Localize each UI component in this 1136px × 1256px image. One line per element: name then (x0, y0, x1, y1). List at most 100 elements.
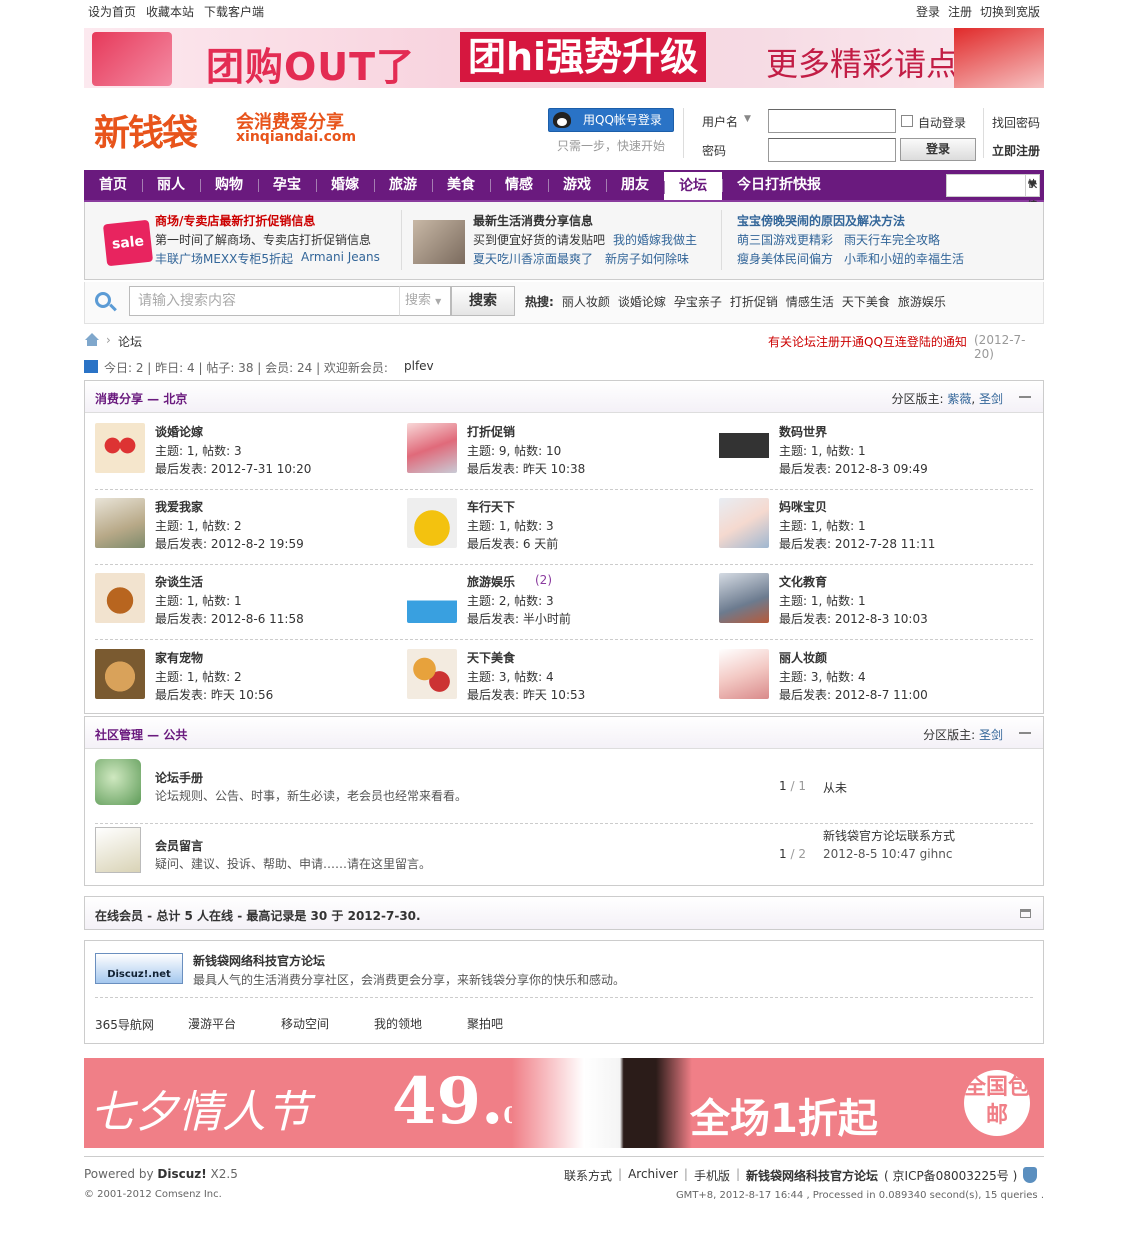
promo-link[interactable]: 萌三国游戏更精彩 (737, 231, 833, 248)
promo-link[interactable]: 我的婚嫁我做主 (613, 231, 697, 248)
hot-search-item[interactable]: 丽人妆颜 (562, 293, 610, 310)
discuz-brand[interactable]: Discuz! (157, 1167, 206, 1181)
shopping-icon[interactable] (407, 423, 457, 473)
home-icon[interactable] (84, 333, 100, 347)
footer-icp-link[interactable]: ( 京ICP备08003225号 ) (884, 1167, 1017, 1184)
forum-name[interactable]: 旅游娱乐 (467, 573, 515, 590)
baby-icon[interactable] (719, 498, 769, 548)
forum-item[interactable]: 妈咪宝贝 主题: 1, 帖数: 1 最后发表: 2012-7-28 11:11 (719, 498, 1031, 568)
download-client-link[interactable]: 下载客户端 (204, 3, 264, 20)
footer-archiver-link[interactable]: Archiver (628, 1167, 678, 1184)
forum-name[interactable]: 我爱我家 (155, 498, 203, 515)
forum-item[interactable]: 数码世界 主题: 1, 帖数: 1 最后发表: 2012-8-3 09:49 (719, 423, 1031, 493)
promo-title-3[interactable]: 宝宝傍晚哭闹的原因及解决方法 (737, 212, 905, 229)
forum-item[interactable]: 家有宠物 主题: 1, 帖数: 2 最后发表: 昨天 10:56 (95, 649, 407, 719)
forum-name[interactable]: 打折促销 (467, 423, 515, 440)
promo-title-1[interactable]: 商场/专卖店最新打折促销信息 (155, 212, 315, 229)
login-submit-button[interactable]: 登录 (900, 138, 976, 161)
promo-link[interactable]: Armani Jeans (301, 250, 380, 264)
food-icon[interactable] (407, 649, 457, 699)
promo-link[interactable]: 买到便宜好货的请发贴吧 (473, 231, 605, 248)
qq-login-button[interactable]: 用QQ帐号登录 (548, 108, 674, 132)
nav-item-beauty[interactable]: 丽人 (142, 170, 200, 200)
wide-mode-link[interactable]: 切换到宽版 (980, 3, 1040, 20)
forum-item[interactable]: 打折促销 主题: 9, 帖数: 10 最后发表: 昨天 10:38 (407, 423, 719, 493)
promo-link[interactable]: 新房子如何除味 (605, 250, 689, 267)
footer-site-name[interactable]: 新钱袋网络科技官方论坛 (746, 1167, 878, 1184)
hot-search-item[interactable]: 天下美食 (842, 293, 890, 310)
promo-link[interactable]: 夏天吃川香凉面最爽了 (473, 250, 593, 267)
beauty-icon[interactable] (719, 649, 769, 699)
forum-name[interactable]: 论坛手册 (155, 769, 203, 786)
nav-item-home[interactable]: 首页 (84, 170, 142, 200)
search-scope-select[interactable]: 搜索 ▼ (399, 286, 451, 316)
forum-name[interactable]: 谈婚论嫁 (155, 423, 203, 440)
nav-item-shopping[interactable]: 购物 (200, 170, 258, 200)
login-link[interactable]: 登录 (916, 3, 940, 20)
friend-link[interactable]: 我的领地 (374, 1015, 422, 1032)
forum-name[interactable]: 杂谈生活 (155, 573, 203, 590)
promo-link[interactable]: 雨天行车完全攻略 (844, 231, 940, 248)
dog-icon[interactable] (95, 649, 145, 699)
forum-name[interactable]: 会员留言 (155, 837, 203, 854)
password-input[interactable] (768, 138, 896, 162)
discuz-logo[interactable]: Discuz!.net (95, 953, 183, 984)
forum-name[interactable]: 天下美食 (467, 649, 515, 666)
group-title[interactable]: 社区管理 — 公共 (95, 726, 187, 743)
register-link[interactable]: 注册 (948, 3, 972, 20)
nav-item-deals[interactable]: 今日打折快报 (722, 170, 836, 200)
cake-icon[interactable] (95, 573, 145, 623)
footer-mobile-link[interactable]: 手机版 (694, 1167, 730, 1184)
home-room-icon[interactable] (95, 498, 145, 548)
promo-link[interactable]: 丰联广场MEXX专柜5折起 (155, 250, 293, 267)
forum-item[interactable]: 车行天下 主题: 1, 帖数: 3 最后发表: 6 天前 (407, 498, 719, 568)
collapse-icon[interactable] (1019, 396, 1031, 398)
hot-search-item[interactable]: 旅游娱乐 (898, 293, 946, 310)
link-site-name[interactable]: 新钱袋网络科技官方论坛 (193, 952, 325, 969)
search-button[interactable]: 搜索 (451, 286, 515, 316)
camera-icon[interactable] (719, 423, 769, 473)
group-title[interactable]: 消费分享 — 北京 (95, 390, 187, 407)
username-input[interactable] (768, 109, 896, 133)
forum-item[interactable]: 丽人妆颜 主题: 3, 帖数: 4 最后发表: 2012-8-7 11:00 (719, 649, 1031, 719)
moderator-link[interactable]: 紫薇 (947, 392, 971, 406)
register-now-link[interactable]: 立即注册 (992, 142, 1040, 159)
auto-login-checkbox[interactable] (901, 115, 913, 127)
forum-item[interactable]: 文化教育 主题: 1, 帖数: 1 最后发表: 2012-8-3 10:03 (719, 573, 1031, 643)
hot-search-item[interactable]: 打折促销 (730, 293, 778, 310)
quick-nav-dropdown[interactable]: 快捷导航▼ (946, 174, 1040, 253)
hot-search-item[interactable]: 孕宝亲子 (674, 293, 722, 310)
footer-contact-link[interactable]: 联系方式 (564, 1167, 612, 1184)
promo-title-2[interactable]: 最新生活消费分享信息 (473, 212, 593, 229)
friend-link[interactable]: 漫游平台 (188, 1015, 236, 1032)
nav-item-travel[interactable]: 旅游 (374, 170, 432, 200)
friend-link[interactable]: 聚拍吧 (467, 1015, 503, 1032)
bottom-banner-ad[interactable]: 七夕情人节 49.00 全场1折起 全国包邮 (84, 1058, 1044, 1148)
newest-member-link[interactable]: plfev (404, 359, 434, 373)
bookmark-link[interactable]: 收藏本站 (146, 3, 194, 20)
nav-item-emotion[interactable]: 情感 (490, 170, 548, 200)
forum-name[interactable]: 丽人妆颜 (779, 649, 827, 666)
forum-name[interactable]: 文化教育 (779, 573, 827, 590)
moderator-link[interactable]: 圣剑 (979, 392, 1003, 406)
forum-name[interactable]: 数码世界 (779, 423, 827, 440)
forgot-password-link[interactable]: 找回密码 (992, 114, 1040, 131)
forum-item[interactable]: 我爱我家 主题: 1, 帖数: 2 最后发表: 2012-8-2 19:59 (95, 498, 407, 568)
nav-item-baby[interactable]: 孕宝 (258, 170, 316, 200)
forum-name[interactable]: 家有宠物 (155, 649, 203, 666)
friend-link[interactable]: 移动空间 (281, 1015, 329, 1032)
friend-link[interactable]: 365导航网 (95, 1016, 154, 1033)
sailing-icon[interactable] (407, 573, 457, 623)
promo-link[interactable]: 小乖和小妞的幸福生活 (844, 250, 964, 267)
forum-item[interactable]: 天下美食 主题: 3, 帖数: 4 最后发表: 昨天 10:53 (407, 649, 719, 719)
car-icon[interactable] (407, 498, 457, 548)
chevron-down-icon[interactable]: ▼ (744, 114, 751, 124)
hot-search-item[interactable]: 情感生活 (786, 293, 834, 310)
last-post-title[interactable]: 新钱袋官方论坛联系方式 (823, 827, 955, 844)
nav-item-friends[interactable]: 朋友 (606, 170, 664, 200)
forum-row[interactable]: 论坛手册 论坛规则、公告、时事，新生必读，老会员也经常来看看。 1 / 1 从未 (95, 759, 1033, 819)
moderator-link[interactable]: 圣剑 (979, 728, 1003, 742)
nav-item-forum[interactable]: 论坛 (664, 172, 722, 200)
expand-icon[interactable] (1020, 909, 1031, 918)
notice-link[interactable]: 有关论坛注册开通QQ互连登陆的通知 (768, 333, 967, 350)
